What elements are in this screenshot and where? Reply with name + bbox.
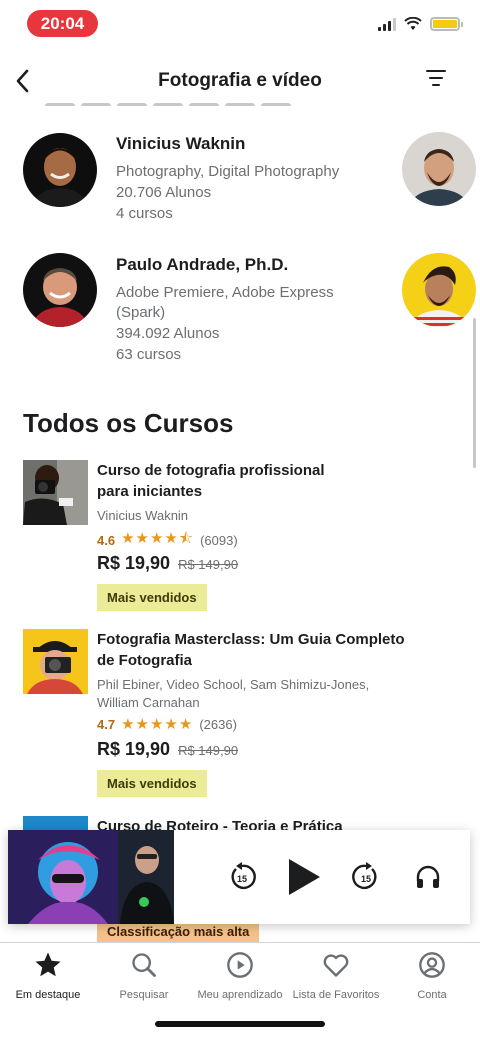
instructor-courses: 4 cursos [116,205,173,222]
course-card[interactable]: Curso de fotografia profissional para in… [0,460,480,612]
play-circle-icon [227,952,253,978]
status-bar: 20:04 [0,0,480,48]
rewind-button[interactable]: 15 [222,857,262,897]
rating-row: 4.6 ★★★★⯪ (6093) [97,528,238,553]
tab-label: Lista de Favoritos [292,989,380,1001]
play-icon [289,859,320,895]
tab-wishlist[interactable]: Lista de Favoritos [288,949,384,1001]
rating-count: (2636) [199,716,237,732]
scrolled-heading-remnant [45,96,310,106]
instructor-name: Vinicius Waknin [116,134,246,153]
scrollbar[interactable] [473,318,476,468]
player-video-thumbnail[interactable] [8,830,174,924]
account-icon [419,952,445,978]
filter-icon [426,70,446,72]
course-author: Vinicius Waknin [97,508,189,523]
instructor-topics-continued: (Spark) [116,304,166,321]
price-row: R$ 19,90 R$ 149,90 [97,553,238,574]
tab-label: Meu aprendizado [197,989,283,1001]
rating-stars-icon: ★★★★★ [121,716,194,733]
play-button[interactable] [284,857,324,897]
svg-text:15: 15 [361,874,371,884]
instructor-name: Paulo Andrade, Ph.D. [116,255,289,274]
headphones-icon [416,865,440,888]
course-title: Fotografia Masterclass: Um Guia Completo… [97,631,405,669]
rating-row: 4.7 ★★★★★ (2636) [97,715,237,733]
forward-15-icon: 15 [352,862,377,890]
instructor-topics: Photography, Digital Photography [116,163,340,180]
status-time: 20:04 [27,10,98,37]
status-icons [378,17,463,31]
mini-player[interactable]: 15 15 [8,830,470,924]
avatar [23,133,97,207]
avatar [23,253,97,327]
tab-my-learning[interactable]: Meu aprendizado [192,949,288,1001]
star-icon [35,952,61,977]
search-icon [132,953,156,977]
top-rated-badge: Classificação mais alta [97,921,260,943]
home-indicator [155,1021,325,1027]
instructor-topics: Adobe Premiere, Adobe Express [116,284,334,301]
course-thumbnail [23,460,88,525]
bestseller-badge: Mais vendidos [97,770,207,797]
tab-account[interactable]: Conta [384,949,480,1001]
bestseller-badge: Mais vendidos [97,584,207,611]
tab-search[interactable]: Pesquisar [96,949,192,1001]
forward-button[interactable]: 15 [346,857,386,897]
player-controls: 15 15 [222,857,448,897]
price: R$ 19,90 [97,739,171,759]
battery-icon [430,17,463,31]
tab-label: Em destaque [15,989,81,1001]
heart-icon [323,954,349,977]
tab-featured[interactable]: Em destaque [0,949,96,1001]
filter-button[interactable] [424,70,448,92]
original-price: R$ 149,90 [178,743,239,758]
course-thumbnail [23,629,88,694]
rating-stars-icon: ★★★★⯪ [121,530,195,547]
rating-value: 4.6 [97,533,116,548]
section-title: Todos os Cursos [23,408,234,438]
rewind-15-icon: 15 [231,862,256,890]
price-row: R$ 19,90 R$ 149,90 [97,739,238,760]
avatar[interactable] [402,253,476,327]
price: R$ 19,90 [97,553,171,573]
rating-value: 4.7 [97,716,116,732]
avatar[interactable] [402,132,476,206]
tab-label: Conta [417,989,447,1001]
instructor-courses: 63 cursos [116,346,182,363]
tab-label: Pesquisar [119,989,169,1001]
original-price: R$ 149,90 [178,557,239,572]
course-card[interactable]: Fotografia Masterclass: Um Guia Completo… [0,629,480,799]
course-title: Curso de fotografia profissional para in… [97,462,325,500]
course-author: Phil Ebiner, Video School, Sam Shimizu-J… [97,677,370,710]
cellular-signal-icon [378,17,396,31]
svg-text:15: 15 [237,874,247,884]
audio-only-button[interactable] [408,857,448,897]
instructor-students: 394.092 Alunos [116,325,220,342]
instructor-students: 20.706 Alunos [116,184,212,201]
wifi-icon [404,17,422,30]
rating-count: (6093) [200,533,238,548]
page-title: Fotografia e vídeo [158,70,322,91]
